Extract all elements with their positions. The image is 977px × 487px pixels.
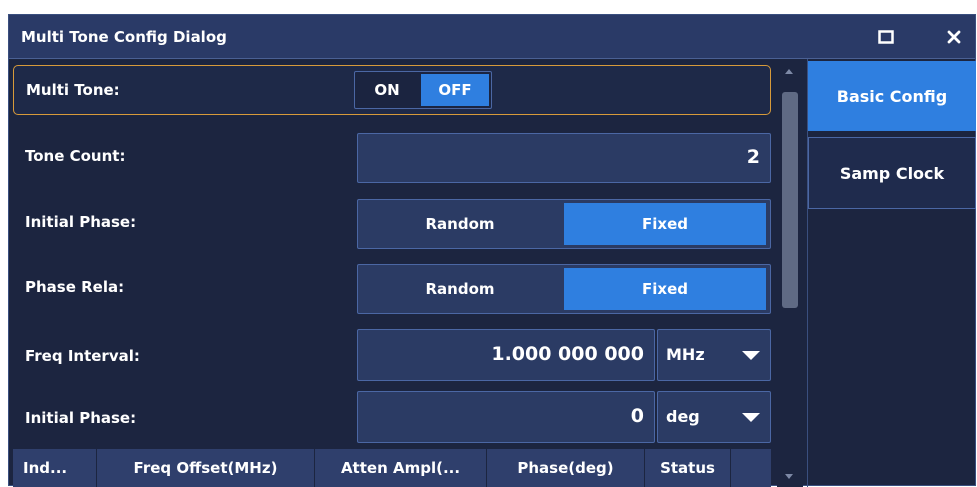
column-header-spacer <box>731 449 771 487</box>
tone-table-header: Ind... Freq Offset(MHz) Atten Ampl(... P… <box>13 449 771 487</box>
column-header-atten-ampl[interactable]: Atten Ampl(... <box>315 449 487 487</box>
samp-clock-button[interactable]: Samp Clock <box>808 137 976 209</box>
side-menu: Basic Config Samp Clock <box>807 59 976 487</box>
freq-interval-unit: MHz <box>666 345 705 364</box>
multi-tone-off-option[interactable]: OFF <box>421 74 489 106</box>
phase-rela-toggle[interactable]: Random Fixed <box>357 264 771 314</box>
initial-phase-value-row: Initial Phase: 0 deg <box>13 389 771 445</box>
vertical-scrollbar[interactable] <box>777 59 803 487</box>
tone-count-row: Tone Count: 2 <box>13 131 771 185</box>
chevron-down-icon <box>742 413 760 422</box>
column-header-status[interactable]: Status <box>645 449 731 487</box>
phase-rela-fixed-option[interactable]: Fixed <box>564 268 766 310</box>
chevron-down-icon <box>742 351 760 360</box>
maximize-button[interactable] <box>871 23 901 51</box>
multi-tone-row: Multi Tone: ON OFF <box>13 65 771 115</box>
maximize-icon <box>878 30 894 44</box>
freq-interval-value: 1.000 000 000 <box>491 343 644 365</box>
config-panel: Multi Tone: ON OFF Tone Count: 2 Initial… <box>9 59 776 487</box>
freq-interval-unit-select[interactable]: MHz <box>657 329 771 381</box>
phase-rela-row: Phase Rela: Random Fixed <box>13 262 771 316</box>
tone-count-value: 2 <box>746 146 760 168</box>
multi-tone-label: Multi Tone: <box>26 81 120 99</box>
column-header-freq-offset[interactable]: Freq Offset(MHz) <box>97 449 315 487</box>
title-bar: Multi Tone Config Dialog <box>9 15 975 59</box>
tone-count-input[interactable]: 2 <box>357 133 771 183</box>
multi-tone-config-dialog: Multi Tone Config Dialog Multi Tone: ON … <box>8 14 976 487</box>
phase-rela-random-option[interactable]: Random <box>360 268 560 310</box>
initial-phase-mode-label: Initial Phase: <box>25 213 137 231</box>
close-button[interactable] <box>939 23 969 51</box>
initial-phase-fixed-option[interactable]: Fixed <box>564 203 766 245</box>
multi-tone-toggle[interactable]: ON OFF <box>354 71 492 109</box>
initial-phase-value: 0 <box>630 405 644 427</box>
phase-rela-label: Phase Rela: <box>25 278 125 296</box>
freq-interval-input[interactable]: 1.000 000 000 <box>357 329 655 381</box>
scroll-down-icon[interactable] <box>785 474 793 479</box>
scroll-up-icon[interactable] <box>785 69 793 74</box>
initial-phase-value-input[interactable]: 0 <box>357 391 655 443</box>
initial-phase-mode-toggle[interactable]: Random Fixed <box>357 199 771 249</box>
freq-interval-row: Freq Interval: 1.000 000 000 MHz <box>13 327 771 383</box>
initial-phase-unit: deg <box>666 407 700 426</box>
freq-interval-label: Freq Interval: <box>25 347 140 365</box>
initial-phase-value-label: Initial Phase: <box>25 409 137 427</box>
column-header-index[interactable]: Ind... <box>13 449 97 487</box>
initial-phase-unit-select[interactable]: deg <box>657 391 771 443</box>
close-icon <box>947 30 961 44</box>
basic-config-button[interactable]: Basic Config <box>808 61 976 131</box>
column-header-phase[interactable]: Phase(deg) <box>487 449 645 487</box>
initial-phase-mode-row: Initial Phase: Random Fixed <box>13 197 771 251</box>
multi-tone-on-option[interactable]: ON <box>357 74 417 106</box>
tone-count-label: Tone Count: <box>25 147 126 165</box>
initial-phase-random-option[interactable]: Random <box>360 203 560 245</box>
scrollbar-thumb[interactable] <box>782 92 798 308</box>
dialog-title: Multi Tone Config Dialog <box>21 28 227 46</box>
